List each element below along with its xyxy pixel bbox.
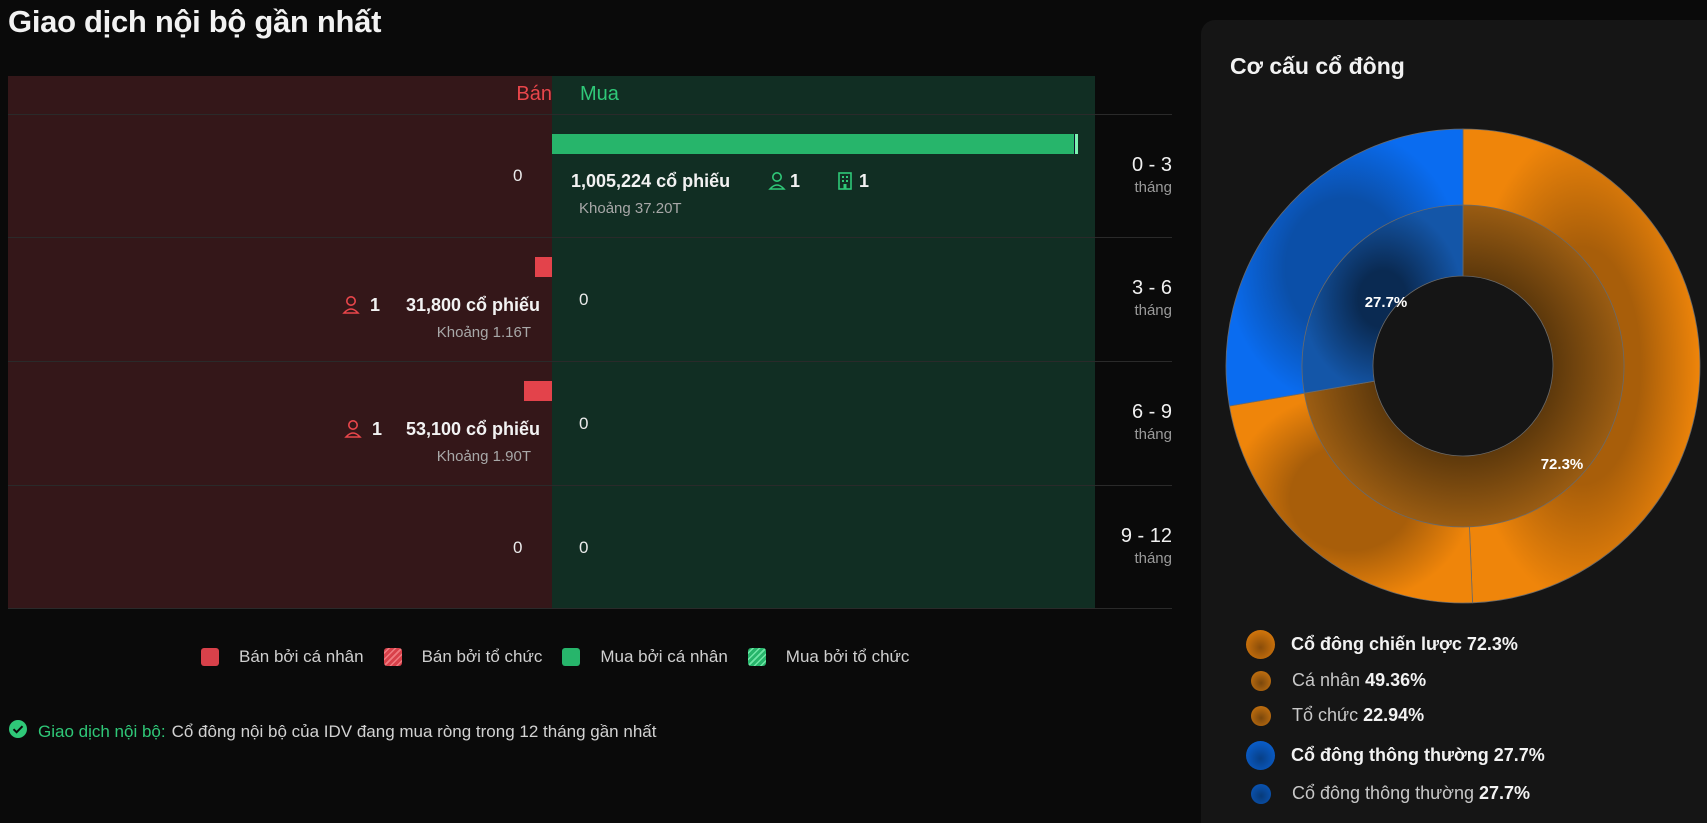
legend-label-value: 49.36% <box>1365 670 1427 690</box>
row-divider <box>8 114 1172 115</box>
sell-header: Bán <box>516 83 552 105</box>
legend-label-value: 27.7% <box>1479 783 1531 803</box>
row-0-sell-value: 0 <box>513 166 523 185</box>
shareholder-panel: Cơ cấu cổ đông 72.3% 27.7% Cổ đông chiến… <box>1201 20 1707 823</box>
legend-label-value: 22.94% <box>1363 705 1425 725</box>
legend-organization[interactable]: Tổ chức 22.94% <box>1246 705 1424 726</box>
legend-dot <box>1251 670 1271 691</box>
legend-dot <box>1246 630 1275 659</box>
legend-label: Bán bởi cá nhân <box>239 647 364 666</box>
legend-label: Cổ đông chiến lược 72.3% <box>1291 634 1518 654</box>
legend-buy-individual[interactable]: Mua bởi cá nhân <box>562 647 728 667</box>
period-unit: tháng <box>1134 426 1172 443</box>
insider-note: Giao dịch nội bộ: Cổ đông nội bộ của IDV… <box>8 719 656 744</box>
row-3-period: 9 - 12 tháng <box>1092 525 1172 567</box>
insider-legend: Bán bởi cá nhân Bán bởi tổ chức Mua bởi … <box>201 645 929 669</box>
row-2-sell-about: Khoảng 1.90T <box>436 448 531 465</box>
row-0-buy-bar[interactable] <box>552 134 1074 154</box>
row-2-buy-value: 0 <box>579 414 589 433</box>
period-range: 9 - 12 <box>1120 525 1172 547</box>
period-range: 3 - 6 <box>1131 277 1172 299</box>
legend-label-name: Tổ chức <box>1292 705 1359 725</box>
period-unit: tháng <box>1134 179 1172 196</box>
legend-label: Cổ đông thông thường 27.7% <box>1292 783 1530 804</box>
legend-sell-organization[interactable]: Bán bởi tổ chức <box>383 647 543 667</box>
legend-swatch <box>201 648 219 666</box>
legend-strategic[interactable]: Cổ đông chiến lược 72.3% <box>1246 630 1518 659</box>
row-2-period: 6 - 9 tháng <box>1092 401 1172 443</box>
inner-label-common: 27.7% <box>1365 294 1408 311</box>
row-1-sell-about: Khoảng 1.16T <box>436 324 531 341</box>
legend-sell-individual[interactable]: Bán bởi cá nhân <box>201 647 364 667</box>
legend-label: Bán bởi tổ chức <box>421 647 543 666</box>
legend-label: Cổ đông thông thường 27.7% <box>1291 745 1545 765</box>
legend-common-sub[interactable]: Cổ đông thông thường 27.7% <box>1246 783 1530 804</box>
row-divider <box>8 237 1172 238</box>
note-text: Cổ đông nội bộ của IDV đang mua ròng tro… <box>171 721 657 741</box>
row-0-period: 0 - 3 tháng <box>1092 154 1172 196</box>
building-icon <box>836 171 854 196</box>
legend-swatch-hatch <box>747 648 766 666</box>
row-1-buy-value: 0 <box>579 290 589 309</box>
row-0-buy-shares: 1,005,224 cổ phiếu <box>571 171 731 191</box>
legend-label: Tổ chức 22.94% <box>1292 705 1424 726</box>
row-1-sell-shares: 31,800 cổ phiếu <box>405 295 540 315</box>
period-range: 0 - 3 <box>1131 154 1172 176</box>
legend-dot <box>1251 705 1271 726</box>
sell-panel <box>8 76 552 609</box>
legend-label-name: Cá nhân <box>1292 670 1361 690</box>
row-3-buy-value: 0 <box>579 538 589 557</box>
row-2-sell-bar[interactable] <box>524 381 552 401</box>
row-divider <box>8 608 1172 609</box>
legend-common[interactable]: Cổ đông thông thường 27.7% <box>1246 741 1545 770</box>
row-1-period: 3 - 6 tháng <box>1092 277 1172 319</box>
legend-buy-organization[interactable]: Mua bởi tổ chức <box>747 647 910 667</box>
row-3-sell-value: 0 <box>513 538 523 557</box>
legend-swatch <box>562 648 581 666</box>
buy-panel <box>552 76 1095 609</box>
legend-swatch-hatch <box>383 648 402 666</box>
row-0-buy-bar-org[interactable] <box>1074 134 1078 154</box>
row-divider <box>8 361 1172 362</box>
row-0-buy-about: Khoảng 37.20T <box>579 200 682 217</box>
row-0-buy-org-count: 1 <box>859 171 870 191</box>
person-icon <box>344 419 362 444</box>
period-unit: tháng <box>1134 302 1172 319</box>
row-0-buy-person-count: 1 <box>790 171 801 191</box>
row-1-sell-person-count: 1 <box>370 295 381 315</box>
legend-label-name: Cổ đông thông thường <box>1292 783 1474 803</box>
legend-individual[interactable]: Cá nhân 49.36% <box>1246 670 1426 691</box>
inner-label-strategic: 72.3% <box>1541 456 1584 473</box>
row-2-sell-person-count: 1 <box>372 419 383 439</box>
page-title: Giao dịch nội bộ gần nhất <box>8 4 382 39</box>
legend-dot <box>1246 741 1275 770</box>
shareholder-donut-chart: 72.3% 27.7% <box>1225 128 1701 604</box>
legend-label: Cá nhân 49.36% <box>1292 670 1426 691</box>
row-2-sell-shares: 53,100 cổ phiếu <box>405 419 540 439</box>
check-circle-icon <box>8 719 28 744</box>
period-range: 6 - 9 <box>1131 401 1172 423</box>
person-icon <box>342 295 360 320</box>
legend-dot <box>1251 783 1271 804</box>
note-label: Giao dịch nội bộ: <box>38 721 166 741</box>
row-divider <box>8 485 1172 486</box>
legend-label: Mua bởi cá nhân <box>600 647 728 666</box>
period-unit: tháng <box>1134 550 1172 567</box>
shareholder-title: Cơ cấu cổ đông <box>1230 53 1405 79</box>
person-icon <box>768 171 786 196</box>
insider-trading-grid: Bán Mua 0 1,005,224 cổ phiếu 1 1 Khoảng … <box>8 76 1172 609</box>
legend-label: Mua bởi tổ chức <box>785 647 910 666</box>
row-1-sell-bar[interactable] <box>535 257 552 277</box>
buy-header: Mua <box>580 83 619 105</box>
